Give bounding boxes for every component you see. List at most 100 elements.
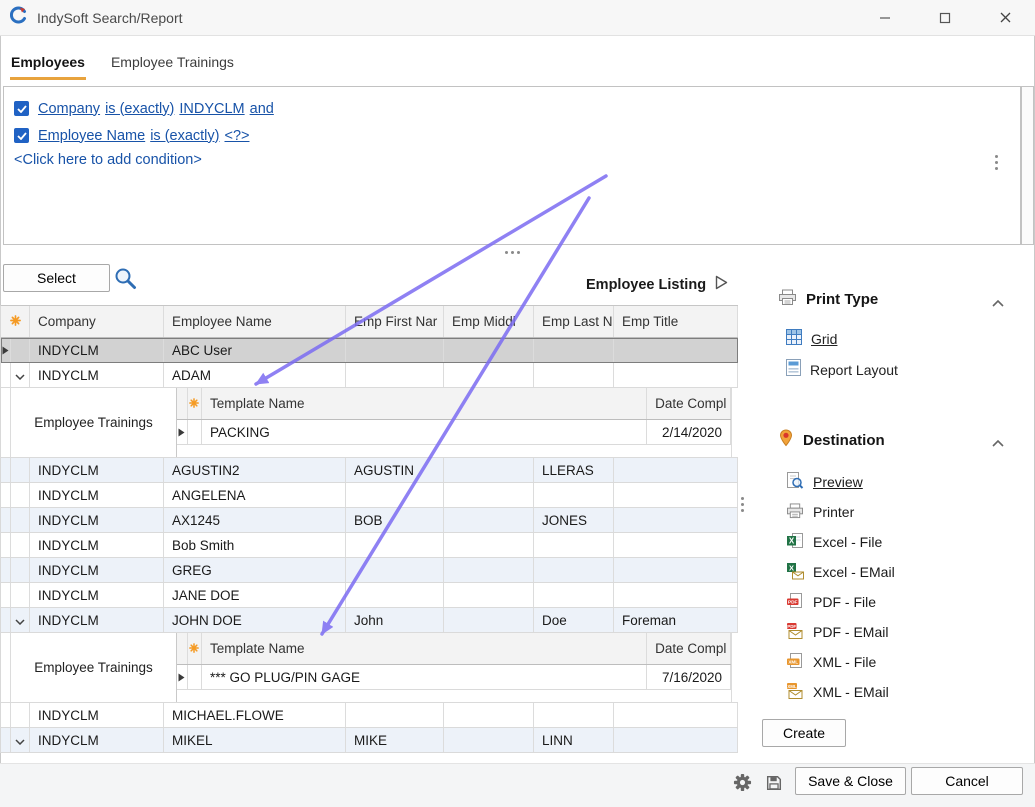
detail-column-date-completed[interactable]: Date Compl (647, 633, 731, 664)
employee-cell-emp_title[interactable] (614, 458, 738, 482)
collapse-chevron-icon[interactable] (15, 613, 25, 628)
employee-cell-employee_name[interactable]: JOHN DOE (164, 608, 346, 632)
employee-cell-employee_name[interactable]: MICHAEL.FLOWE (164, 703, 346, 727)
employee-row[interactable]: INDYCLMBob Smith (1, 533, 738, 558)
training-cell-date-completed[interactable]: 2/14/2020 (647, 420, 731, 444)
employee-cell-last_name[interactable]: LLERAS (534, 458, 614, 482)
employee-cell-employee_name[interactable]: GREG (164, 558, 346, 582)
training-row[interactable]: *** GO PLUG/PIN GAGE7/16/2020 (177, 665, 731, 690)
detail-column-template-name[interactable]: Template Name (202, 388, 647, 419)
employee-cell-first_name[interactable]: John (346, 608, 444, 632)
column-header-emp-first-name[interactable]: Emp First Nar (346, 306, 444, 337)
employee-cell-first_name[interactable] (346, 338, 444, 362)
expand-toggle-cell[interactable] (11, 728, 30, 752)
condition-value-link[interactable]: <?> (224, 128, 249, 144)
destination-option-xml-file[interactable]: XML XML - File (786, 647, 876, 677)
employee-cell-emp_title[interactable]: Foreman (614, 608, 738, 632)
condition-operator-link[interactable]: is (exactly) (105, 101, 174, 117)
employee-row[interactable]: INDYCLMADAM (1, 363, 738, 388)
employee-cell-company[interactable]: INDYCLM (30, 363, 164, 387)
employee-cell-middle_name[interactable] (444, 703, 534, 727)
column-header-emp-last-name[interactable]: Emp Last N (534, 306, 614, 337)
print-type-option-grid[interactable]: Grid (786, 329, 837, 348)
employee-cell-last_name[interactable] (534, 533, 614, 557)
training-cell-template-name[interactable]: PACKING (202, 420, 647, 444)
create-button[interactable]: Create (762, 719, 846, 747)
condition-field-link[interactable]: Company (38, 101, 100, 117)
expand-toggle-cell[interactable] (11, 608, 30, 632)
employee-cell-employee_name[interactable]: ADAM (164, 363, 346, 387)
employee-cell-company[interactable]: INDYCLM (30, 483, 164, 507)
condition-value-link[interactable]: INDYCLM (179, 101, 244, 117)
employee-cell-middle_name[interactable] (444, 363, 534, 387)
destination-option-pdf-email[interactable]: PDF PDF - EMail (786, 617, 888, 647)
condition-operator-link[interactable]: is (exactly) (150, 128, 219, 144)
employee-cell-emp_title[interactable] (614, 363, 738, 387)
employee-cell-first_name[interactable] (346, 483, 444, 507)
destination-option-excel-file[interactable]: X Excel - File (786, 527, 882, 557)
employee-cell-last_name[interactable] (534, 558, 614, 582)
employee-cell-employee_name[interactable]: JANE DOE (164, 583, 346, 607)
add-condition-link[interactable]: <Click here to add condition> (14, 152, 202, 168)
tab-employees[interactable]: Employees (10, 52, 86, 80)
employee-row[interactable]: INDYCLMJANE DOE (1, 583, 738, 608)
employee-cell-employee_name[interactable]: MIKEL (164, 728, 346, 752)
employee-row[interactable]: INDYCLMABC User (1, 338, 738, 363)
employee-cell-first_name[interactable] (346, 703, 444, 727)
employee-cell-last_name[interactable] (534, 363, 614, 387)
employee-cell-company[interactable]: INDYCLM (30, 533, 164, 557)
destination-option-printer[interactable]: Printer (786, 497, 854, 527)
column-header-emp-title[interactable]: Emp Title (614, 306, 738, 337)
employee-row[interactable]: INDYCLMMICHAEL.FLOWE (1, 703, 738, 728)
employee-cell-emp_title[interactable] (614, 508, 738, 532)
column-header-company[interactable]: Company (30, 306, 164, 337)
employee-cell-emp_title[interactable] (614, 338, 738, 362)
detail-tab-employee-trainings[interactable]: Employee Trainings (11, 388, 177, 457)
conditions-resize-grip[interactable] (995, 155, 998, 170)
employee-cell-last_name[interactable]: Doe (534, 608, 614, 632)
employee-cell-employee_name[interactable]: AGUSTIN2 (164, 458, 346, 482)
employee-cell-middle_name[interactable] (444, 533, 534, 557)
column-header-emp-middle[interactable]: Emp Middl (444, 306, 534, 337)
employee-cell-last_name[interactable]: JONES (534, 508, 614, 532)
detail-column-template-name[interactable]: Template Name (202, 633, 647, 664)
conditions-scrollbar[interactable] (1021, 86, 1034, 245)
condition-checkbox[interactable] (14, 101, 29, 116)
employee-cell-emp_title[interactable] (614, 728, 738, 752)
employee-cell-company[interactable]: INDYCLM (30, 458, 164, 482)
condition-conjunction-link[interactable]: and (250, 101, 274, 117)
select-button[interactable]: Select (3, 264, 110, 292)
employee-cell-first_name[interactable] (346, 558, 444, 582)
collapse-chevron-icon[interactable] (15, 733, 25, 748)
employee-cell-middle_name[interactable] (444, 458, 534, 482)
save-icon[interactable] (765, 774, 783, 797)
employee-cell-emp_title[interactable] (614, 558, 738, 582)
print-type-option-report-layout[interactable]: Report Layout (786, 359, 898, 379)
detail-tab-employee-trainings[interactable]: Employee Trainings (11, 633, 177, 702)
employee-cell-emp_title[interactable] (614, 533, 738, 557)
employee-cell-company[interactable]: INDYCLM (30, 728, 164, 752)
employee-cell-first_name[interactable]: AGUSTIN (346, 458, 444, 482)
employee-cell-last_name[interactable] (534, 583, 614, 607)
employee-cell-company[interactable]: INDYCLM (30, 338, 164, 362)
employee-cell-first_name[interactable] (346, 363, 444, 387)
employee-row[interactable]: INDYCLMGREG (1, 558, 738, 583)
employee-row[interactable]: INDYCLMANGELENA (1, 483, 738, 508)
employee-row[interactable]: INDYCLMAGUSTIN2AGUSTIN LLERAS (1, 458, 738, 483)
collapse-chevron-icon[interactable] (15, 368, 25, 383)
save-close-button[interactable]: Save & Close (795, 767, 906, 795)
employee-cell-emp_title[interactable] (614, 703, 738, 727)
employee-cell-first_name[interactable]: BOB (346, 508, 444, 532)
employee-cell-middle_name[interactable] (444, 728, 534, 752)
employee-cell-last_name[interactable]: LINN (534, 728, 614, 752)
play-icon[interactable] (715, 275, 728, 295)
training-cell-template-name[interactable]: *** GO PLUG/PIN GAGE (202, 665, 647, 689)
collapse-chevron-icon[interactable] (992, 434, 1004, 451)
employee-cell-middle_name[interactable] (444, 608, 534, 632)
employee-cell-emp_title[interactable] (614, 483, 738, 507)
employee-cell-first_name[interactable] (346, 533, 444, 557)
employee-cell-last_name[interactable] (534, 338, 614, 362)
employee-row[interactable]: INDYCLMMIKELMIKELINN (1, 728, 738, 753)
column-header-employee-name[interactable]: Employee Name (164, 306, 346, 337)
maximize-button[interactable] (929, 2, 961, 34)
